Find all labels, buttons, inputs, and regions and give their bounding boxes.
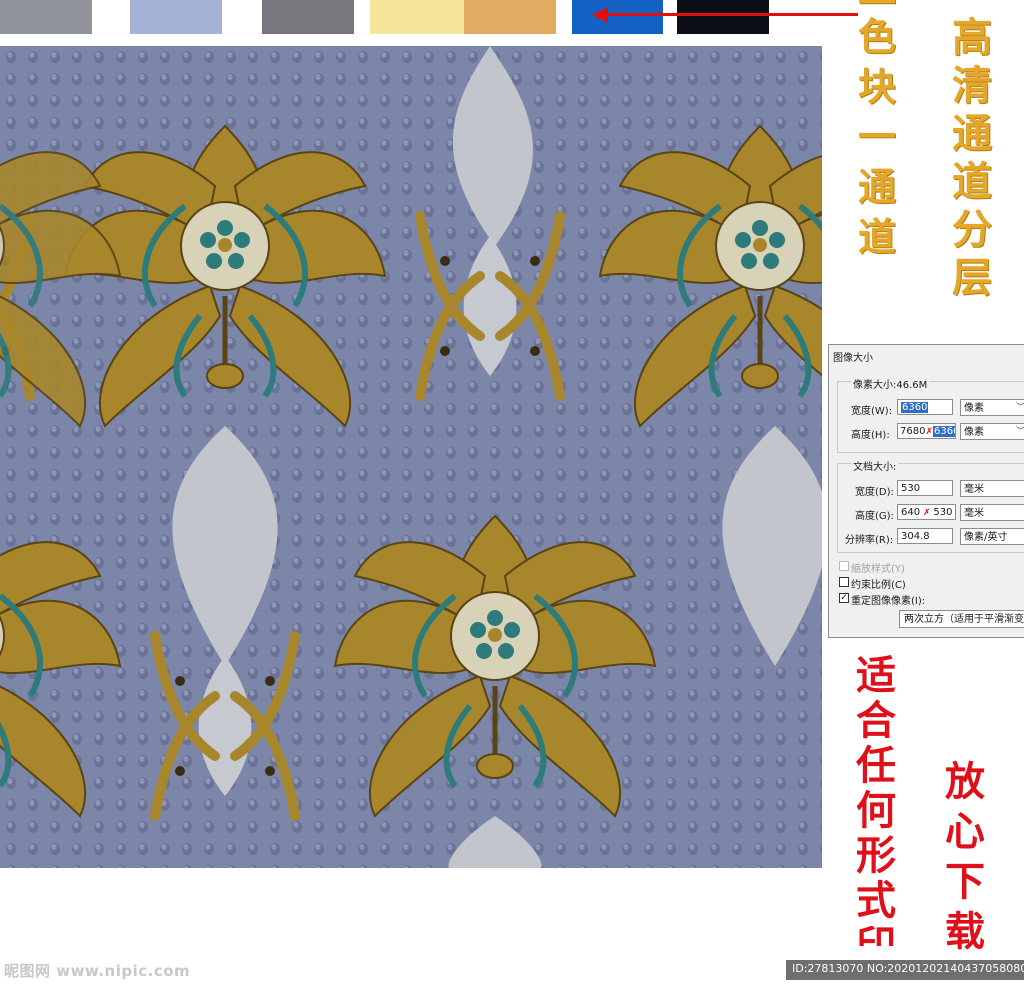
label-char: 层: [952, 254, 992, 301]
doc-height-unit-select[interactable]: 毫米: [960, 504, 1024, 521]
blue-swatch: [572, 0, 663, 34]
constrain-proportions-label: 约束比例(C): [851, 580, 906, 591]
pixel-height-unit: 像素: [964, 427, 984, 438]
chevron-down-icon: ﹀: [1016, 400, 1024, 417]
label-char: 载: [945, 908, 985, 955]
doc-width-unit-select[interactable]: 毫米: [960, 480, 1024, 497]
strike-mark-icon: ✗: [925, 427, 933, 437]
pixel-height-unit-select[interactable]: 像素 ﹀: [960, 423, 1024, 440]
image-id-text: ID:27813070 NO:20201202140437058080: [792, 962, 1024, 975]
resample-method-value: 两次立方（适用于平滑渐变: [904, 614, 1024, 625]
pixel-width-unit: 像素: [964, 403, 984, 414]
suitable-any-print-label: 适 合 任 何 形 式 印: [856, 652, 896, 947]
doc-height-label: 高度(G):: [855, 511, 894, 522]
strike-mark-icon: ✗: [920, 508, 934, 518]
nipic-watermark: 昵图网 www.nipic.com: [4, 962, 191, 980]
pixel-width-value: 6360: [901, 402, 929, 413]
resample-method-select[interactable]: 两次立方（适用于平滑渐变: [899, 610, 1024, 628]
tan-swatch: [464, 0, 556, 34]
label-char: 块: [858, 64, 897, 109]
label-char: 通: [952, 110, 992, 157]
resolution-unit-select[interactable]: 像素/英寸: [960, 528, 1024, 545]
scale-styles-checkbox[interactable]: [839, 561, 849, 571]
label-char: 通: [858, 164, 897, 209]
label-char: 放: [945, 758, 985, 805]
pixel-width-input[interactable]: 6360: [897, 399, 953, 415]
chevron-down-icon: ﹀: [1016, 424, 1024, 441]
doc-height-value: 530: [933, 507, 953, 518]
label-char: 印: [856, 926, 896, 946]
pixel-dimensions-label: 像素大小:46.6M: [851, 376, 930, 391]
dark-gray-swatch: [262, 0, 354, 34]
light-yellow-swatch: [370, 0, 464, 34]
label-char: 合: [856, 697, 896, 744]
pixel-height-value: 6360: [933, 426, 955, 437]
periwinkle-swatch: [130, 0, 222, 34]
constrain-proportions-checkbox[interactable]: [839, 577, 849, 587]
pixel-dimensions-group: [837, 381, 1024, 453]
black-swatch: [677, 0, 769, 34]
label-char: 任: [856, 742, 896, 789]
download-assured-label: 放 心 下 载: [945, 762, 985, 952]
label-char: 高: [952, 14, 992, 61]
pixel-height-old: 7680: [900, 426, 926, 437]
scale-styles-label: 缩放样式(Y): [851, 564, 905, 575]
doc-width-unit: 毫米: [964, 484, 984, 495]
damask-pattern: [0, 46, 822, 868]
resolution-unit: 像素/英寸: [964, 532, 1008, 543]
label-char: 一: [858, 0, 896, 6]
dialog-title: 图像大小: [833, 353, 873, 364]
label-char: 清: [952, 62, 992, 109]
gray-swatch: [0, 0, 92, 34]
label-char: 何: [856, 787, 896, 834]
hd-channel-layers-label: 高 清 通 道 分 层: [952, 18, 992, 298]
label-char: 色: [858, 14, 897, 59]
resample-checkbox[interactable]: ✓: [839, 593, 849, 603]
document-size-label: 文档大小:: [851, 458, 899, 473]
label-char: 一: [858, 114, 897, 159]
doc-width-value: 530: [901, 483, 921, 494]
height-label: 高度(H):: [851, 430, 890, 441]
label-char: 适: [856, 652, 896, 699]
pixel-width-unit-select[interactable]: 像素 ﹀: [960, 399, 1024, 416]
resolution-input[interactable]: 304.8: [897, 528, 953, 544]
doc-height-unit: 毫米: [964, 508, 984, 519]
resolution-value: 304.8: [901, 531, 930, 542]
pixel-height-input[interactable]: 7680✗6360: [897, 423, 956, 439]
label-char: 道: [858, 214, 897, 259]
doc-width-label: 宽度(D):: [855, 487, 894, 498]
label-char: 道: [952, 158, 992, 205]
resolution-label: 分辨率(R):: [845, 535, 894, 546]
label-char: 下: [945, 858, 985, 905]
doc-height-input[interactable]: 640 ✗ 530: [897, 504, 956, 520]
doc-width-input[interactable]: 530: [897, 480, 953, 496]
red-arrow-icon: [592, 7, 608, 23]
red-arrow-line: [600, 13, 858, 16]
width-label: 宽度(W):: [851, 406, 893, 417]
label-char: 分: [952, 206, 992, 253]
label-char: 形: [856, 832, 896, 879]
resample-label: 重定图像像素(I):: [851, 596, 926, 607]
one-color-one-channel-label: 一 色 块 一 通 道: [858, 0, 896, 256]
label-char: 心: [945, 808, 985, 855]
image-size-dialog: 图像大小 像素大小:46.6M 宽度(W): 6360 像素 ﹀ 高度(H): 7…: [828, 344, 1024, 638]
label-char: 式: [856, 877, 896, 924]
doc-height-old: 640: [901, 507, 921, 518]
